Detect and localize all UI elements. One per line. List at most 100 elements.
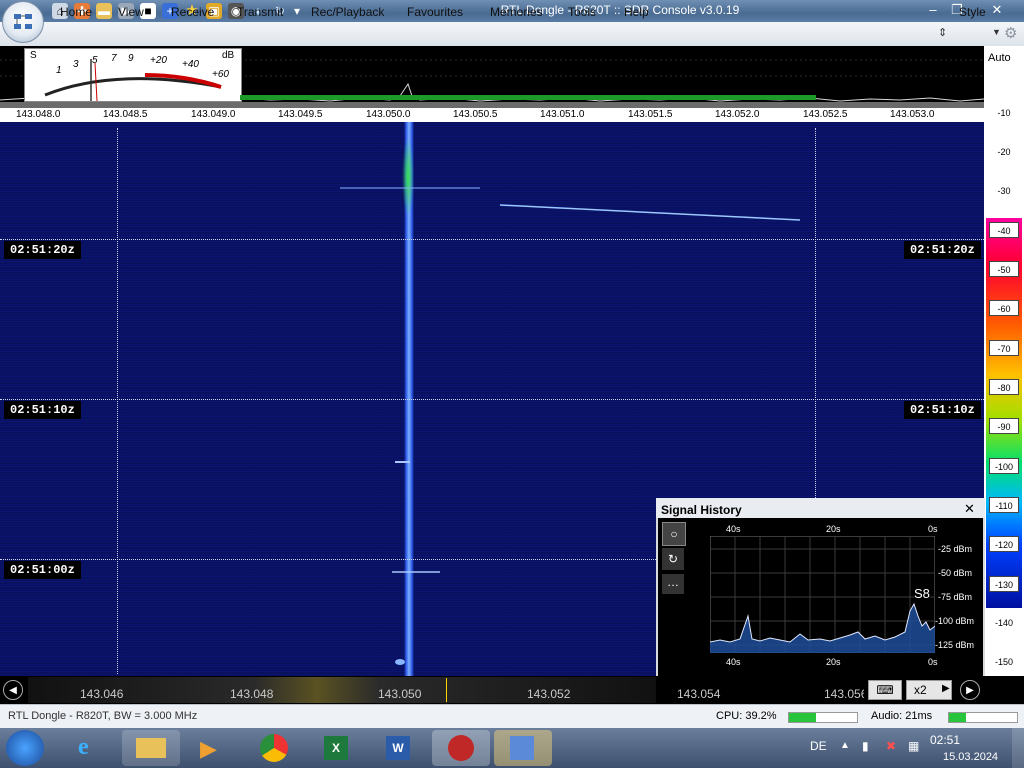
- freq-label: 143.050.0: [366, 109, 411, 120]
- scale-label: -10: [997, 108, 1011, 118]
- auto-scale-button[interactable]: Auto: [988, 52, 1011, 64]
- time-label-left: 02:51:10z: [4, 401, 81, 419]
- scale-label: -40: [989, 222, 1019, 238]
- audio-meter: [948, 712, 1018, 723]
- window-title: RTL Dongle - R820T :: SDR Console v3.0.1…: [500, 3, 740, 17]
- smeter-tick: 1: [56, 65, 62, 76]
- smeter-tick: 3: [73, 59, 79, 70]
- freq-label: 143.049.0: [191, 109, 236, 120]
- freq-label: 143.051.0: [540, 109, 585, 120]
- menu-help[interactable]: Help: [624, 5, 649, 19]
- sh-s-label: S8: [914, 586, 930, 601]
- sh-bottom-tick: 0s: [928, 657, 938, 667]
- scale-label: -130: [989, 576, 1019, 592]
- zoom-label: x2: [914, 683, 927, 697]
- smeter-tick: 5: [92, 55, 98, 66]
- scale-label: -120: [989, 536, 1019, 552]
- time-grid-line: [0, 239, 984, 240]
- clock-date[interactable]: 15.03.2024: [943, 751, 998, 763]
- zoom-chevron-icon: ▶: [942, 683, 950, 694]
- gear-icon[interactable]: ⚙: [1004, 24, 1017, 42]
- audio-status: Audio: 21ms: [871, 710, 933, 722]
- style-arrows-icon[interactable]: ⇕: [938, 26, 947, 39]
- sh-db-tick: -125 dBm: [935, 640, 975, 650]
- style-chevron-icon[interactable]: ▼: [992, 27, 1001, 37]
- chrome-icon[interactable]: [246, 730, 304, 766]
- time-grid-line: [0, 399, 984, 400]
- menu-receive[interactable]: Receive: [171, 5, 214, 19]
- minimize-button[interactable]: –: [922, 1, 944, 19]
- bottom-freq-label: 143.056: [824, 687, 864, 701]
- folder-icon[interactable]: ▬: [96, 3, 112, 19]
- menu-view[interactable]: View: [118, 5, 144, 19]
- style-menu[interactable]: Style: [959, 5, 986, 19]
- freq-label: 143.048.0: [16, 109, 61, 120]
- menu-bar: [0, 22, 1024, 47]
- scale-label: -150: [994, 657, 1013, 667]
- language-indicator[interactable]: DE: [810, 739, 827, 753]
- keyboard-icon[interactable]: ⌨: [868, 680, 902, 700]
- taskbar-app-icon[interactable]: [494, 730, 552, 766]
- menu-home[interactable]: Home: [60, 5, 92, 19]
- more-icon[interactable]: …: [662, 574, 684, 594]
- tray-network-icon[interactable]: ✖: [886, 739, 896, 753]
- scale-label: -100: [989, 458, 1019, 474]
- media-player-icon[interactable]: ▶: [184, 730, 242, 766]
- scale-label: -110: [989, 497, 1019, 513]
- sh-top-tick: 20s: [826, 524, 841, 534]
- sh-db-tick: -75 dBm: [938, 592, 973, 602]
- menu-tools[interactable]: Tools: [568, 5, 596, 19]
- record-icon[interactable]: ○: [662, 522, 686, 546]
- sh-db-tick: -50 dBm: [938, 568, 973, 578]
- signal-history-chart: [710, 536, 935, 653]
- time-label-right: 02:51:20z: [904, 241, 981, 259]
- app-menu-button[interactable]: [2, 1, 44, 43]
- start-button[interactable]: [6, 730, 44, 766]
- tray-power-icon[interactable]: ▮: [862, 739, 869, 753]
- sh-bottom-tick: 20s: [826, 657, 841, 667]
- sh-db-tick: -100 dBm: [935, 616, 975, 626]
- freq-label: 143.052.0: [715, 109, 760, 120]
- time-label-left: 02:51:20z: [4, 241, 81, 259]
- time-label-left: 02:51:00z: [4, 561, 81, 579]
- cpu-meter-fill: [789, 713, 816, 722]
- word-icon[interactable]: W: [370, 730, 428, 766]
- freq-label: 143.053.0: [890, 109, 935, 120]
- menu-rec-playback[interactable]: Rec/Playback: [311, 5, 384, 19]
- signal-history-close-icon[interactable]: ✕: [964, 501, 975, 517]
- smeter-tick: +60: [212, 69, 229, 80]
- scale-label: -60: [989, 300, 1019, 316]
- menu-transmit[interactable]: Transmit: [237, 5, 283, 19]
- scale-label: -140: [994, 618, 1013, 628]
- scale-label: -90: [989, 418, 1019, 434]
- bottom-freq-label: 143.054: [677, 687, 721, 701]
- excel-icon[interactable]: X: [308, 730, 366, 766]
- freq-label: 143.050.5: [453, 109, 498, 120]
- tray-speaker-icon[interactable]: ▦: [908, 739, 919, 753]
- sh-bottom-tick: 40s: [726, 657, 741, 667]
- clock-time[interactable]: 02:51: [930, 733, 960, 747]
- chevron-down-icon[interactable]: ▾: [292, 3, 302, 19]
- forward-icon[interactable]: ▶: [960, 680, 980, 700]
- tray-chevron-icon[interactable]: ▲: [840, 740, 850, 751]
- sdr-console-icon[interactable]: [432, 730, 490, 766]
- cpu-meter: [788, 712, 858, 723]
- freq-label: 143.052.5: [803, 109, 848, 120]
- explorer-icon[interactable]: [122, 730, 180, 766]
- menu-favourites[interactable]: Favourites: [407, 5, 463, 19]
- scale-label: -30: [997, 186, 1011, 196]
- sh-top-tick: 0s: [928, 524, 938, 534]
- bandwidth-bar: [240, 95, 816, 100]
- reset-icon[interactable]: ↻: [662, 548, 684, 570]
- scale-label: -80: [989, 379, 1019, 395]
- smeter-s-label: S: [30, 50, 37, 61]
- rewind-icon[interactable]: ◀: [3, 680, 23, 700]
- menu-memories[interactable]: Memories: [490, 5, 543, 19]
- show-desktop-button[interactable]: [1012, 728, 1024, 768]
- smeter-tick: 9: [128, 53, 134, 64]
- time-label-right: 02:51:10z: [904, 401, 981, 419]
- freq-label: 143.051.5: [628, 109, 673, 120]
- grid-line: [117, 128, 118, 674]
- sh-top-tick: 40s: [726, 524, 741, 534]
- ie-icon[interactable]: e: [60, 730, 118, 766]
